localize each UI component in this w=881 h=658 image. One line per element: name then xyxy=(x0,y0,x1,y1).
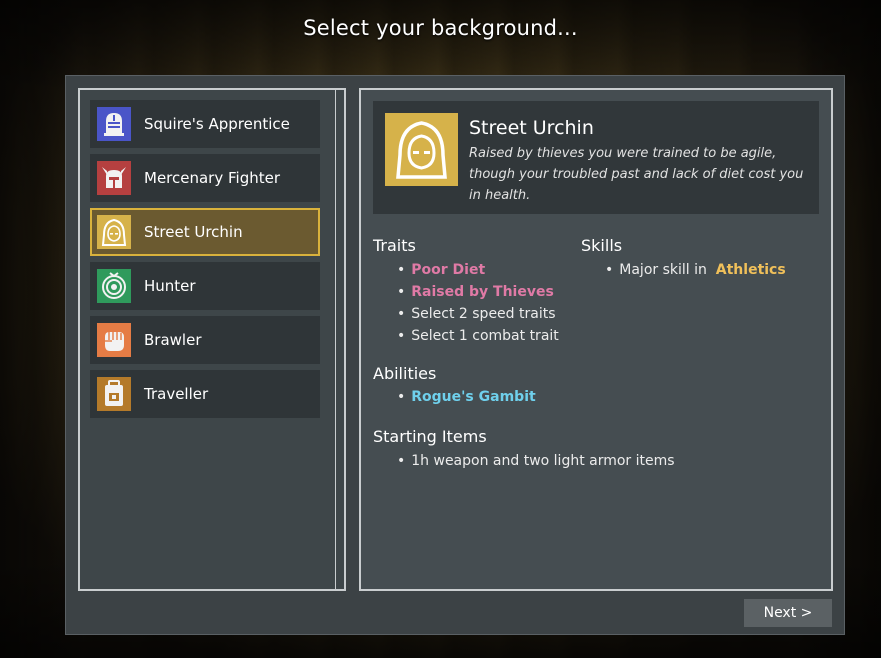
horned-helmet-icon xyxy=(97,161,131,195)
trait-item: • Select 1 combat trait xyxy=(397,328,559,344)
background-item-street-urchin[interactable]: Street Urchin xyxy=(90,208,320,256)
trait-label: Select 2 speed traits xyxy=(411,306,556,322)
trait-item: • Raised by Thieves xyxy=(397,284,554,300)
background-item-hunter[interactable]: Hunter xyxy=(90,262,320,310)
next-button[interactable]: Next > xyxy=(744,599,832,627)
background-item-label: Mercenary Fighter xyxy=(144,169,281,187)
background-item-squires-apprentice[interactable]: Squire's Apprentice xyxy=(90,100,320,148)
detail-title: Street Urchin xyxy=(469,117,594,139)
background-item-label: Hunter xyxy=(144,277,196,295)
list-scrollbar[interactable] xyxy=(335,90,342,589)
target-icon xyxy=(97,269,131,303)
hooded-figure-icon xyxy=(385,113,458,186)
skill-prefix: Major skill in xyxy=(619,262,707,278)
detail-description: Raised by thieves you were trained to be… xyxy=(469,146,804,203)
page-title: Select your background... xyxy=(303,16,578,40)
background-item-brawler[interactable]: Brawler xyxy=(90,316,320,364)
background-item-label: Traveller xyxy=(144,385,209,403)
starting-item-label: 1h weapon and two light armor items xyxy=(411,453,675,469)
trait-item: • Select 2 speed traits xyxy=(397,306,556,322)
starting-item: • 1h weapon and two light armor items xyxy=(397,453,675,469)
starting-items-heading: Starting Items xyxy=(373,427,487,446)
skill-name: Athletics xyxy=(715,262,786,278)
trait-label: Poor Diet xyxy=(411,262,486,278)
fist-icon xyxy=(97,323,131,357)
trait-item: • Poor Diet xyxy=(397,262,486,278)
traits-heading: Traits xyxy=(373,236,416,255)
skills-heading: Skills xyxy=(581,236,623,255)
knight-helmet-icon xyxy=(97,107,131,141)
background-item-label: Squire's Apprentice xyxy=(144,115,290,133)
hooded-figure-icon xyxy=(97,215,131,249)
backpack-icon xyxy=(97,377,131,411)
background-item-label: Street Urchin xyxy=(144,223,243,241)
background-item-label: Brawler xyxy=(144,331,202,349)
ability-item: • Rogue's Gambit xyxy=(397,389,536,405)
background-item-traveller[interactable]: Traveller xyxy=(90,370,320,418)
ability-label: Rogue's Gambit xyxy=(411,389,536,405)
background-item-mercenary-fighter[interactable]: Mercenary Fighter xyxy=(90,154,320,202)
abilities-heading: Abilities xyxy=(373,364,437,383)
trait-label: Raised by Thieves xyxy=(411,284,554,300)
skill-item: • Major skill in Athletics xyxy=(605,262,786,278)
trait-label: Select 1 combat trait xyxy=(411,328,559,344)
